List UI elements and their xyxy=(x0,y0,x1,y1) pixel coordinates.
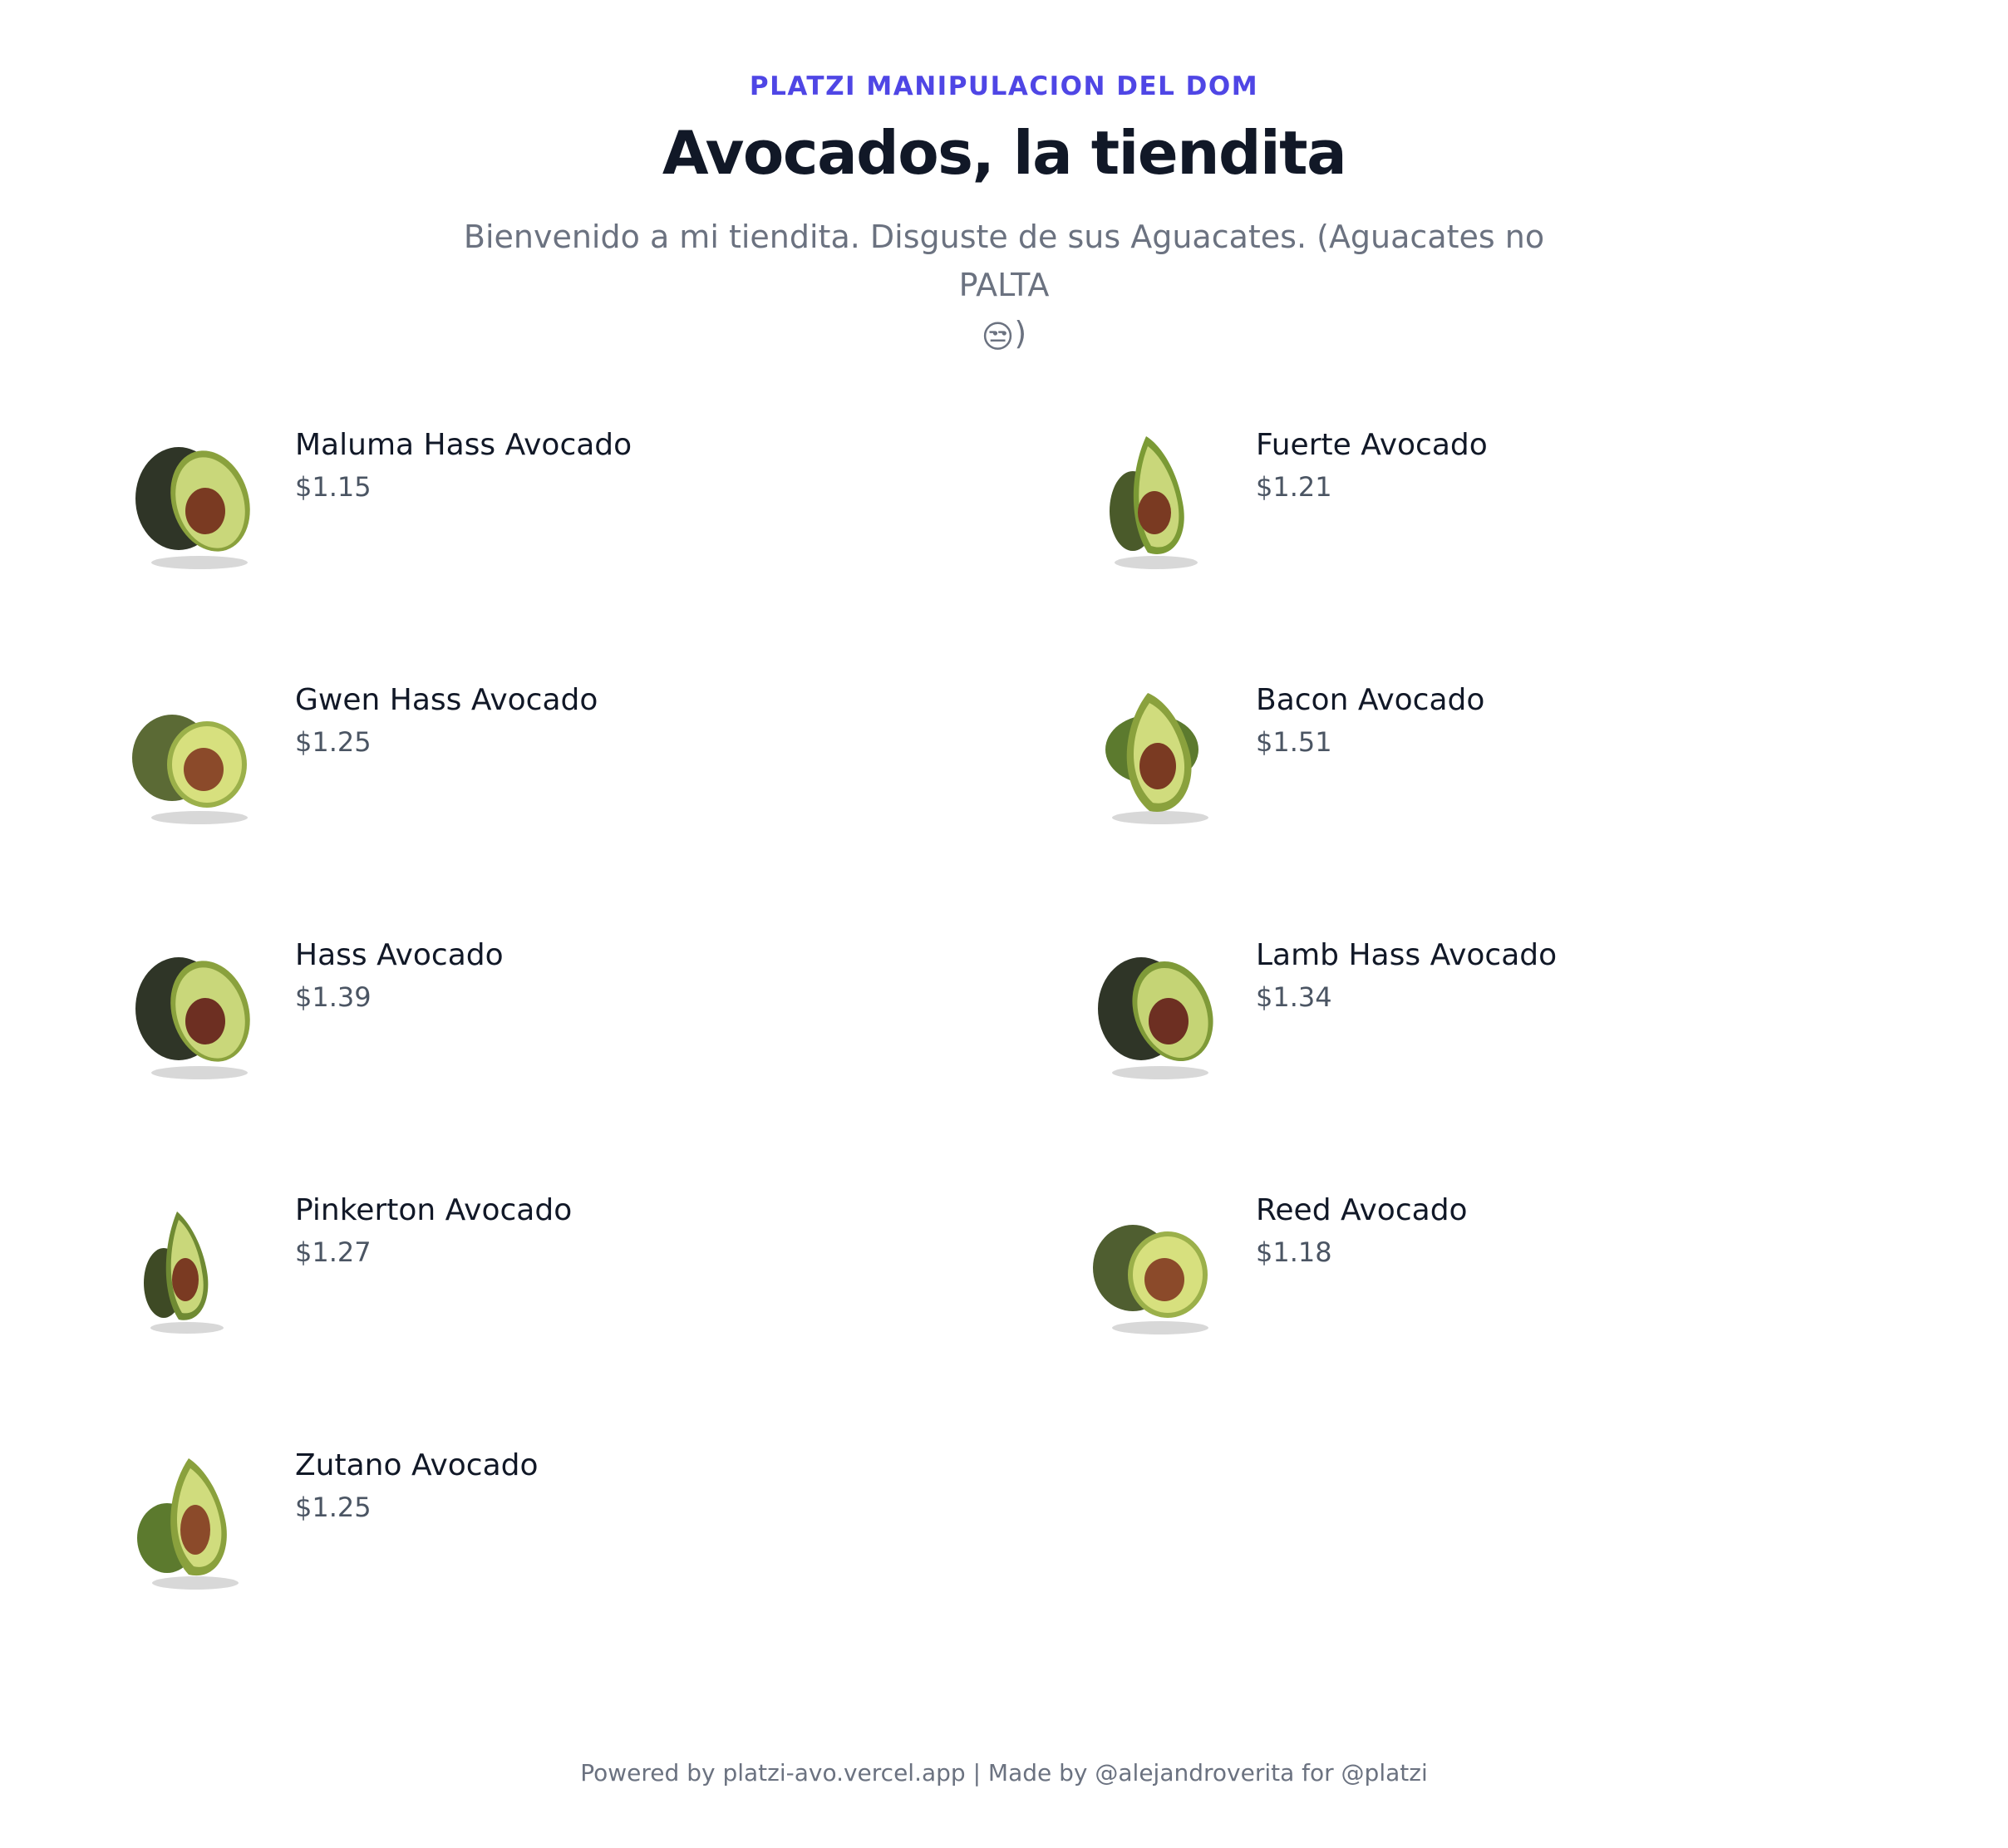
avocado-image xyxy=(137,1458,239,1590)
product-card[interactable]: Gwen Hass Avocado $1.25 xyxy=(121,675,869,841)
product-name[interactable]: Fuerte Avocado xyxy=(1256,428,1488,462)
product-price: $1.39 xyxy=(295,981,372,1013)
product-card[interactable]: Fuerte Avocado $1.21 xyxy=(1081,420,1829,586)
product-price: $1.25 xyxy=(295,1492,372,1523)
product-card[interactable]: Zutano Avocado $1.25 xyxy=(121,1440,869,1606)
product-grid: Maluma Hass Avocado $1.15 Fuerte Avocado… xyxy=(0,0,2008,1662)
product-name[interactable]: Pinkerton Avocado xyxy=(295,1193,572,1227)
product-price: $1.27 xyxy=(295,1236,372,1268)
product-price: $1.25 xyxy=(295,726,372,758)
product-card[interactable]: Bacon Avocado $1.51 xyxy=(1081,675,1829,841)
product-price: $1.15 xyxy=(295,471,372,503)
product-name[interactable]: Gwen Hass Avocado xyxy=(295,683,598,717)
product-card[interactable]: Maluma Hass Avocado $1.15 xyxy=(121,420,869,586)
product-price: $1.18 xyxy=(1256,1236,1332,1268)
product-name[interactable]: Maluma Hass Avocado xyxy=(295,428,632,462)
product-card[interactable]: Pinkerton Avocado $1.27 xyxy=(121,1185,869,1351)
avocado-image xyxy=(132,715,248,824)
avocado-image xyxy=(1105,693,1208,824)
avocado-image xyxy=(1110,436,1198,569)
product-name[interactable]: Bacon Avocado xyxy=(1256,683,1484,717)
product-card[interactable]: Hass Avocado $1.39 xyxy=(121,930,869,1096)
product-card[interactable]: Reed Avocado $1.18 xyxy=(1081,1185,1829,1351)
product-card[interactable]: Lamb Hass Avocado $1.34 xyxy=(1081,930,1829,1096)
avocado-image xyxy=(1098,957,1213,1079)
avocado-image xyxy=(135,957,250,1079)
product-name[interactable]: Reed Avocado xyxy=(1256,1193,1468,1227)
avocado-image xyxy=(135,447,250,569)
avocado-image xyxy=(144,1212,224,1334)
product-price: $1.51 xyxy=(1256,726,1332,758)
product-name[interactable]: Hass Avocado xyxy=(295,938,504,972)
product-price: $1.21 xyxy=(1256,471,1332,503)
page-footer: Powered by platzi-avo.vercel.app | Made … xyxy=(580,1759,1428,1787)
avocado-image xyxy=(1093,1225,1208,1334)
product-price: $1.34 xyxy=(1256,981,1332,1013)
product-name[interactable]: Lamb Hass Avocado xyxy=(1256,938,1557,972)
product-name[interactable]: Zutano Avocado xyxy=(295,1448,539,1482)
